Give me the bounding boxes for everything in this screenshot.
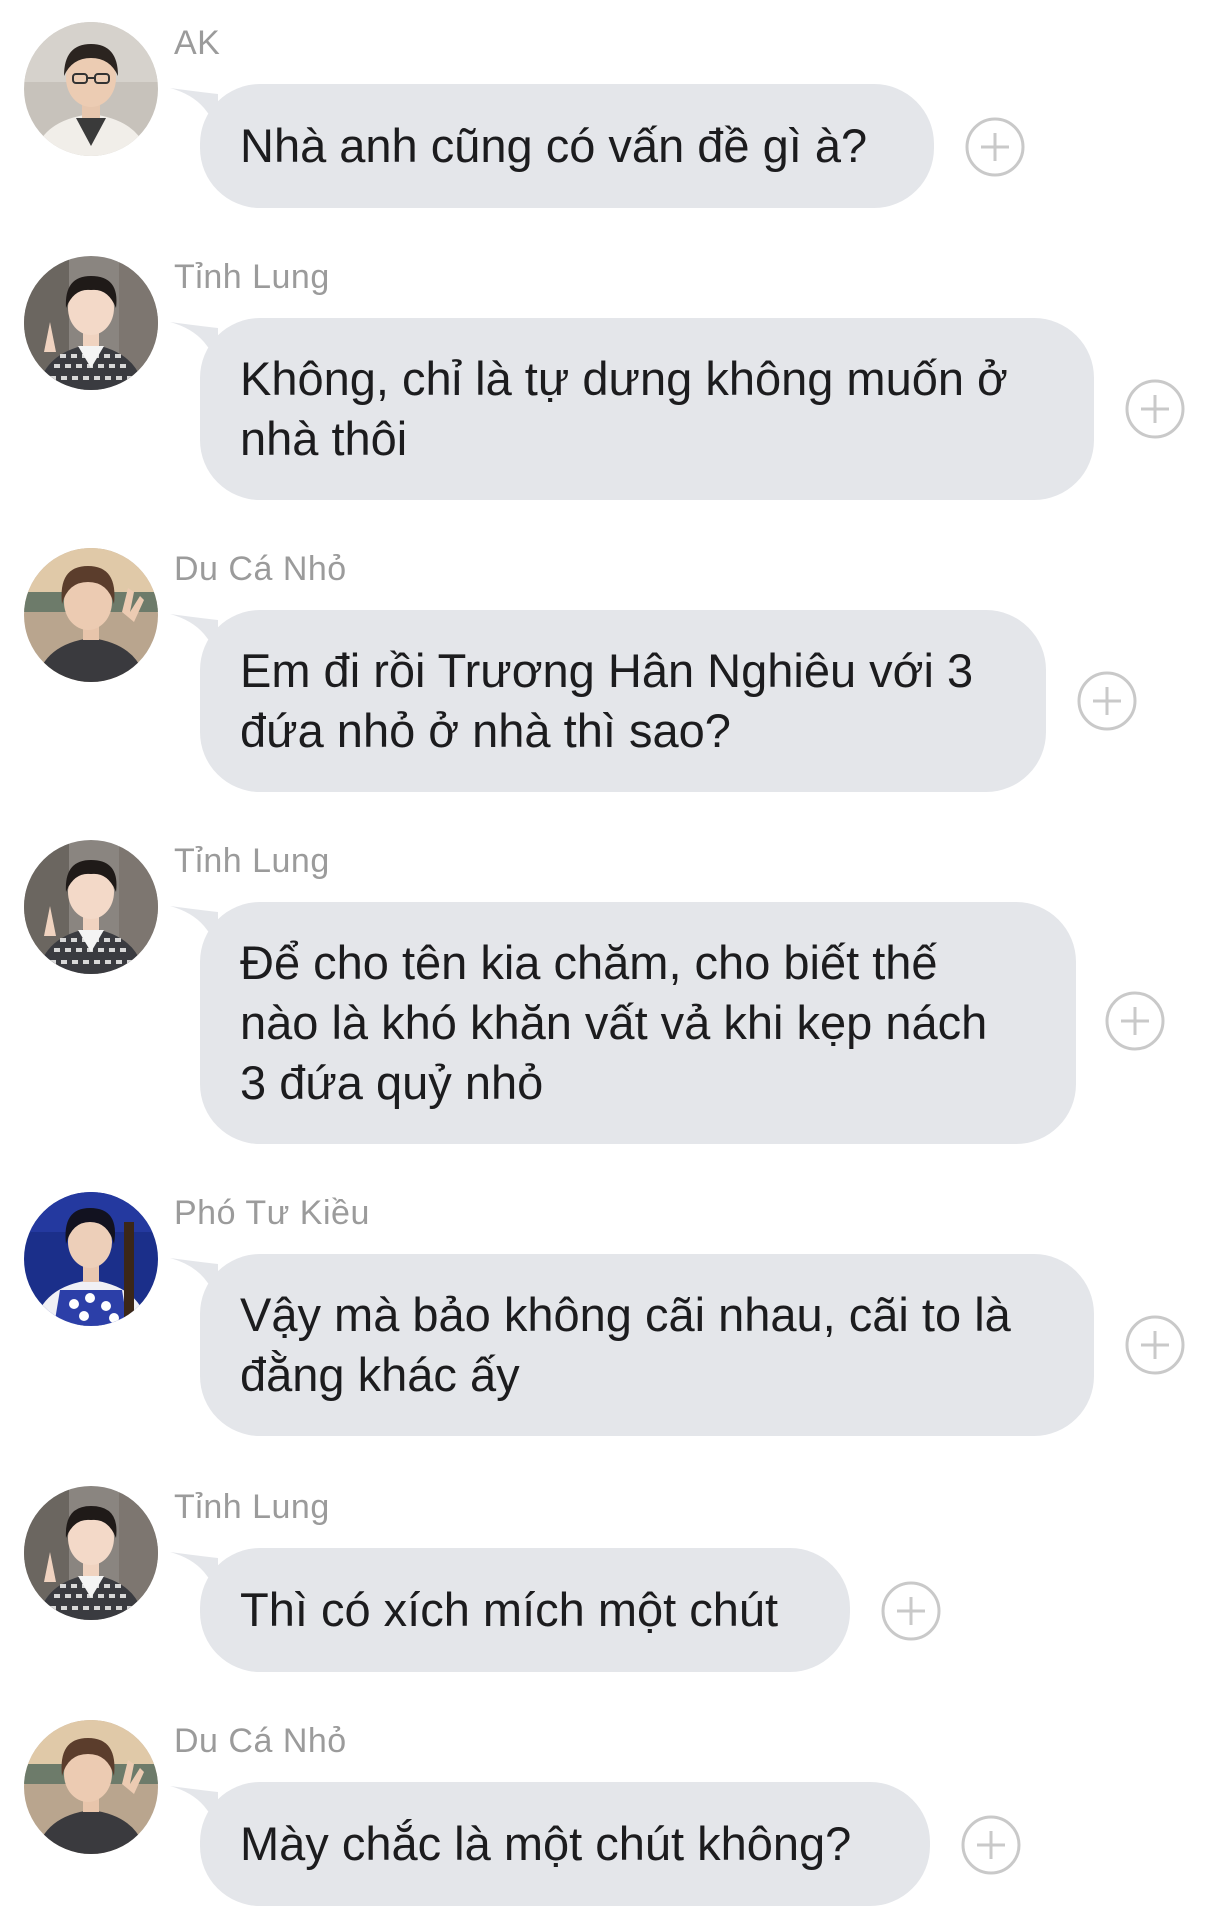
sender-name: Tỉnh Lung bbox=[174, 1488, 330, 1526]
du-ca-nho-avatar[interactable] bbox=[24, 1720, 158, 1854]
add-reaction-icon bbox=[1105, 991, 1165, 1051]
sender-name: Tỉnh Lung bbox=[174, 842, 330, 880]
tinh-lung-avatar[interactable] bbox=[24, 840, 158, 974]
message-text: Nhà anh cũng có vấn đề gì à? bbox=[240, 119, 868, 172]
add-reaction-icon bbox=[1077, 671, 1137, 731]
add-reaction-icon bbox=[965, 117, 1025, 177]
add-reaction-button[interactable] bbox=[1076, 670, 1138, 732]
message-bubble[interactable]: Vậy mà bảo không cãi nhau, cãi to là đằn… bbox=[200, 1254, 1094, 1436]
add-reaction-button[interactable] bbox=[880, 1580, 942, 1642]
sender-name: Phó Tư Kiều bbox=[174, 1194, 370, 1232]
du-ca-nho-avatar[interactable] bbox=[24, 548, 158, 682]
add-reaction-button[interactable] bbox=[960, 1814, 1022, 1876]
sender-name: Du Cá Nhỏ bbox=[174, 550, 347, 588]
sender-name: AK bbox=[174, 24, 221, 62]
message-bubble[interactable]: Thì có xích mích một chút bbox=[200, 1548, 850, 1672]
add-reaction-button[interactable] bbox=[1124, 1314, 1186, 1376]
message-bubble[interactable]: Mày chắc là một chút không? bbox=[200, 1782, 930, 1906]
message-text: Mày chắc là một chút không? bbox=[240, 1817, 852, 1870]
add-reaction-icon bbox=[1125, 1315, 1185, 1375]
add-reaction-button[interactable] bbox=[1124, 378, 1186, 440]
add-reaction-icon bbox=[881, 1581, 941, 1641]
message-text: Vậy mà bảo không cãi nhau, cãi to là đằn… bbox=[240, 1288, 1011, 1401]
ak-avatar[interactable] bbox=[24, 22, 158, 156]
add-reaction-icon bbox=[961, 1815, 1021, 1875]
message-bubble[interactable]: Em đi rồi Trương Hân Nghiêu với 3 đứa nh… bbox=[200, 610, 1046, 792]
add-reaction-button[interactable] bbox=[1104, 990, 1166, 1052]
message-text: Em đi rồi Trương Hân Nghiêu với 3 đứa nh… bbox=[240, 644, 974, 757]
add-reaction-button[interactable] bbox=[964, 116, 1026, 178]
pho-tu-kieu-avatar[interactable] bbox=[24, 1192, 158, 1326]
tinh-lung-avatar[interactable] bbox=[24, 256, 158, 390]
message-text: Không, chỉ là tự dưng không muốn ở nhà t… bbox=[240, 352, 1008, 465]
chat-thread: AK Nhà anh cũng có vấn đề gì à? Tỉnh Lun… bbox=[0, 0, 1228, 1920]
add-reaction-icon bbox=[1125, 379, 1185, 439]
tinh-lung-avatar[interactable] bbox=[24, 1486, 158, 1620]
message-text: Để cho tên kia chăm, cho biết thế nào là… bbox=[240, 936, 988, 1109]
sender-name: Tỉnh Lung bbox=[174, 258, 330, 296]
message-text: Thì có xích mích một chút bbox=[240, 1583, 779, 1636]
message-bubble[interactable]: Nhà anh cũng có vấn đề gì à? bbox=[200, 84, 934, 208]
message-bubble[interactable]: Không, chỉ là tự dưng không muốn ở nhà t… bbox=[200, 318, 1094, 500]
sender-name: Du Cá Nhỏ bbox=[174, 1722, 347, 1760]
message-bubble[interactable]: Để cho tên kia chăm, cho biết thế nào là… bbox=[200, 902, 1076, 1144]
